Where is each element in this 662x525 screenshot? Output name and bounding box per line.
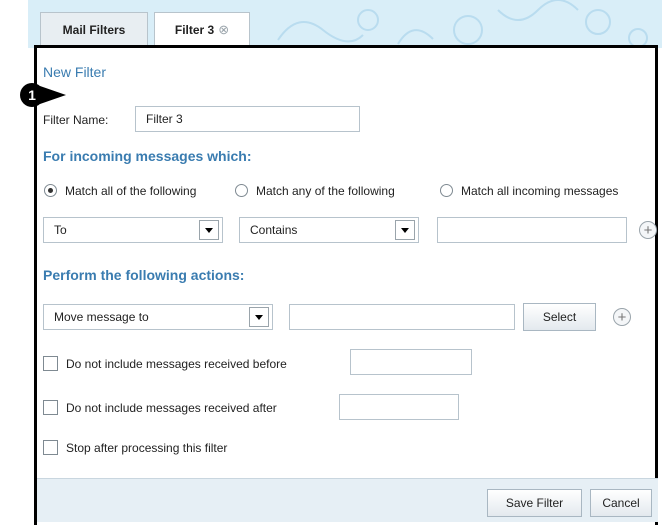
exclude-before-date-input[interactable] — [350, 349, 472, 375]
action-type-value: Move message to — [54, 310, 149, 324]
chevron-down-icon[interactable] — [199, 220, 219, 240]
stop-processing-label: Stop after processing this filter — [66, 441, 228, 455]
chevron-down-icon[interactable] — [395, 220, 415, 240]
action-type-select[interactable]: Move message to — [43, 304, 273, 330]
incoming-heading: For incoming messages which: — [43, 148, 252, 164]
condition-operator-value: Contains — [250, 223, 298, 237]
page-title: New Filter — [43, 64, 107, 80]
match-all-radio[interactable] — [44, 184, 57, 197]
add-condition-plus-icon[interactable]: + — [639, 221, 657, 239]
add-action-plus-icon[interactable]: + — [613, 308, 631, 326]
actions-heading: Perform the following actions: — [43, 267, 245, 283]
match-incoming-label: Match all incoming messages — [461, 184, 619, 198]
action-folder-input[interactable] — [289, 304, 515, 330]
chevron-down-icon[interactable] — [249, 307, 269, 327]
tab-mail-filters[interactable]: Mail Filters — [40, 12, 148, 46]
cancel-button[interactable]: Cancel — [590, 489, 652, 517]
tab-filter-3[interactable]: Filter 3 ⊗ — [154, 12, 250, 46]
match-any-label: Match any of the following — [256, 184, 395, 198]
filter-name-input[interactable]: Filter 3 — [135, 106, 360, 132]
close-icon[interactable]: ⊗ — [218, 22, 229, 38]
exclude-before-checkbox[interactable] — [43, 356, 58, 371]
select-folder-button[interactable]: Select — [523, 303, 596, 331]
condition-operator-select[interactable]: Contains — [239, 217, 419, 243]
save-filter-button[interactable]: Save Filter — [487, 489, 582, 517]
match-all-label: Match all of the following — [65, 184, 197, 198]
condition-field-select[interactable]: To — [43, 217, 223, 243]
exclude-after-date-input[interactable] — [339, 394, 459, 420]
callout-badge: 1 — [20, 83, 44, 107]
tab-filter-3-label: Filter 3 — [174, 22, 215, 37]
stop-processing-checkbox[interactable] — [43, 440, 58, 455]
match-incoming-radio[interactable] — [440, 184, 453, 197]
condition-field-value: To — [54, 223, 67, 237]
exclude-before-label: Do not include messages received before — [66, 357, 287, 371]
match-any-radio[interactable] — [235, 184, 248, 197]
exclude-after-checkbox[interactable] — [43, 400, 58, 415]
filter-name-label: Filter Name: — [43, 113, 109, 127]
condition-value-input[interactable] — [437, 217, 627, 243]
tab-mail-filters-label: Mail Filters — [62, 22, 126, 37]
exclude-after-label: Do not include messages received after — [66, 401, 277, 415]
